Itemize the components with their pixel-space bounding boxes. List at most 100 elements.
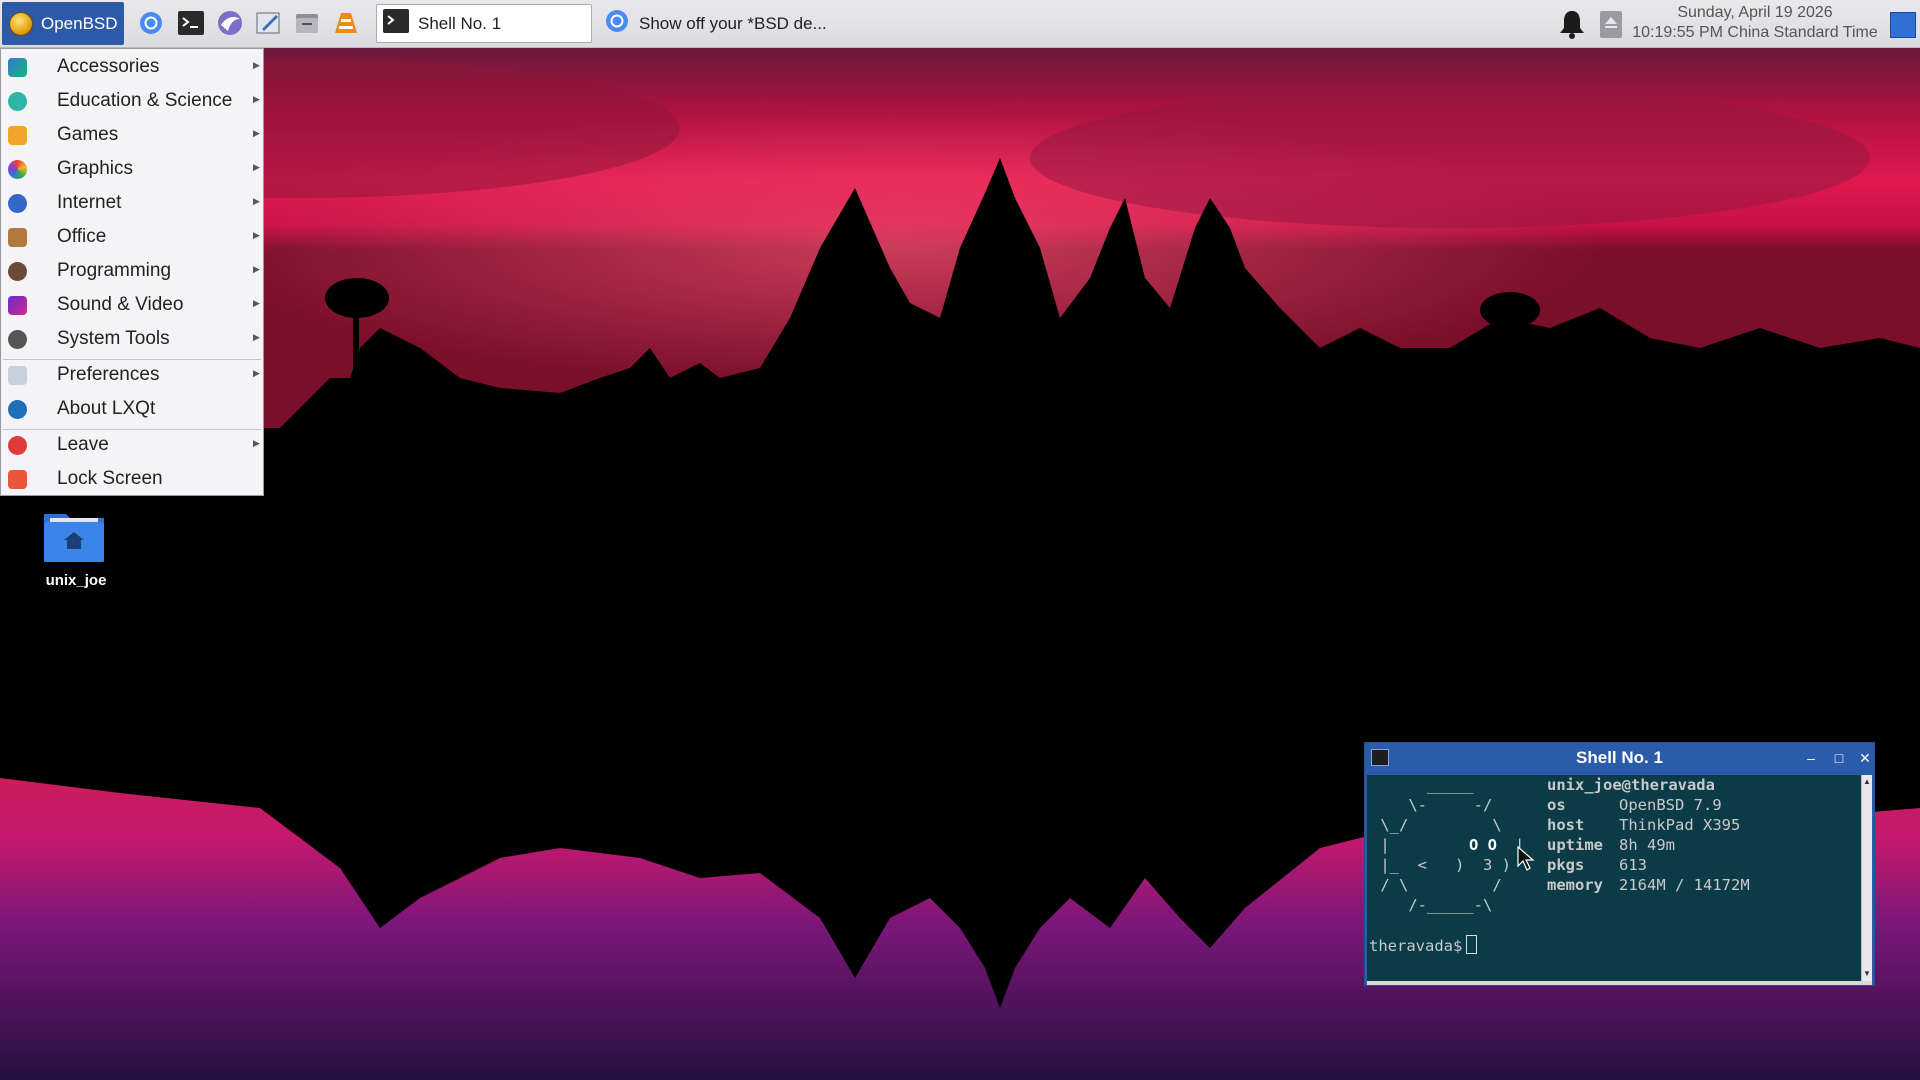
menu-item-label: Lock Screen <box>57 468 163 489</box>
mouse-pointer-icon <box>1517 846 1535 871</box>
terminal-icon[interactable] <box>176 8 206 38</box>
submenu-arrow-icon: ▶ <box>253 438 260 448</box>
submenu-arrow-icon: ▶ <box>253 264 260 274</box>
ascii-art-line: / \ / <box>1371 876 1502 894</box>
terminal-output[interactable]: _____ \- -/ \_/ \ | O O | |_ < ) 3 ) / \… <box>1367 775 1861 981</box>
maximize-button[interactable]: □ <box>1829 748 1849 768</box>
ascii-art-line: \_/ \ <box>1371 816 1502 834</box>
menu-item-internet[interactable]: Internet ▶ <box>1 186 263 220</box>
task-label: Show off your *BSD de... <box>639 13 827 33</box>
menu-item-games[interactable]: Games ▶ <box>1 118 263 152</box>
ascii-art-eyes: O O <box>1469 836 1497 854</box>
info-row: os OpenBSD 7.9 <box>1547 795 1722 815</box>
home-folder-icon <box>44 514 104 562</box>
show-desktop-button[interactable] <box>1890 12 1916 38</box>
info-key: host <box>1547 816 1585 834</box>
menu-item-label: Internet <box>57 192 122 213</box>
vlc-icon[interactable] <box>331 8 361 38</box>
notification-bell-icon[interactable] <box>1556 8 1588 40</box>
menu-item-label: Programming <box>57 260 172 281</box>
clock-date: Sunday, April 19 2026 <box>1677 4 1833 21</box>
system-tools-icon <box>8 330 27 349</box>
preferences-icon <box>8 366 27 385</box>
info-key: uptime <box>1547 836 1603 854</box>
info-value: 613 <box>1619 856 1647 874</box>
taskbar: OpenBSD Shell No. 1 Show off your *BSD d… <box>0 0 1920 48</box>
openbsd-puffy-icon <box>9 11 33 36</box>
task-shell[interactable]: Shell No. 1 <box>376 4 592 43</box>
chromium-icon[interactable] <box>136 8 166 38</box>
menu-item-sound-video[interactable]: Sound & Video ▶ <box>1 288 263 322</box>
file-manager-icon[interactable] <box>292 8 322 38</box>
user-host: unix_joe@theravada <box>1547 776 1715 794</box>
menu-item-accessories[interactable]: Accessories ▶ <box>1 50 263 84</box>
clock[interactable]: Sunday, April 19 2026 10:19:55 PM China … <box>1630 3 1880 43</box>
info-row: memory 2164M / 14172M <box>1547 875 1750 895</box>
menu-item-office[interactable]: Office ▶ <box>1 220 263 254</box>
scroll-up-icon[interactable]: ▲ <box>1863 777 1871 786</box>
menu-item-lock-screen[interactable]: Lock Screen <box>1 462 263 496</box>
clock-time: 10:19:55 PM China Standard Time <box>1632 24 1878 41</box>
falkon-browser-icon[interactable] <box>215 8 245 38</box>
terminal-scrollbar[interactable]: ▲ ▼ <box>1861 775 1872 981</box>
start-menu-button[interactable]: OpenBSD <box>2 2 124 45</box>
info-value: 8h 49m <box>1619 836 1675 854</box>
menu-item-about-lxqt[interactable]: About LXQt <box>1 392 263 426</box>
start-menu-label: OpenBSD <box>41 13 118 33</box>
ascii-art-line: | <box>1371 836 1465 854</box>
desktop-home-folder[interactable]: unix_joe <box>30 504 122 594</box>
info-key: memory <box>1547 876 1603 894</box>
shell-prompt[interactable]: theravada$ <box>1369 935 1478 956</box>
close-button[interactable]: ✕ <box>1855 748 1875 768</box>
menu-item-label: Accessories <box>57 56 160 77</box>
info-value: 2164M / 14172M <box>1619 876 1750 894</box>
menu-item-leave[interactable]: Leave ▶ <box>1 428 263 462</box>
office-icon <box>8 228 27 247</box>
task-browser[interactable]: Show off your *BSD de... <box>598 4 918 43</box>
menu-item-label: Office <box>57 226 107 247</box>
minimize-button[interactable]: – <box>1801 748 1821 768</box>
desktop-icon-label: unix_joe <box>45 572 107 589</box>
menu-item-label: Sound & Video <box>57 294 184 315</box>
internet-icon <box>8 194 27 213</box>
submenu-arrow-icon: ▶ <box>253 60 260 70</box>
submenu-arrow-icon: ▶ <box>253 332 260 342</box>
menu-item-graphics[interactable]: Graphics ▶ <box>1 152 263 186</box>
menu-item-label: Leave <box>57 434 109 455</box>
info-key: os <box>1547 796 1566 814</box>
info-value: ThinkPad X395 <box>1619 816 1741 834</box>
accessories-icon <box>8 58 27 77</box>
menu-item-education[interactable]: Education & Science ▶ <box>1 84 263 118</box>
submenu-arrow-icon: ▶ <box>253 230 260 240</box>
menu-item-preferences[interactable]: Preferences ▶ <box>1 358 263 392</box>
menu-item-label: Preferences <box>57 364 160 385</box>
task-label: Shell No. 1 <box>418 13 502 33</box>
window-title: Shell No. 1 <box>1576 748 1663 767</box>
menu-item-system-tools[interactable]: System Tools ▶ <box>1 322 263 356</box>
terminal-bottom-border <box>1367 981 1872 985</box>
info-key: pkgs <box>1547 856 1585 874</box>
graphics-icon <box>8 160 27 179</box>
menu-item-programming[interactable]: Programming ▶ <box>1 254 263 288</box>
lock-icon <box>8 470 27 489</box>
sound-video-icon <box>8 296 27 315</box>
submenu-arrow-icon: ▶ <box>253 128 260 138</box>
info-row: uptime 8h 49m <box>1547 835 1675 855</box>
lxqt-icon <box>8 400 27 419</box>
menu-item-label: About LXQt <box>57 398 156 419</box>
application-menu: Accessories ▶ Education & Science ▶ Game… <box>0 48 264 496</box>
menu-item-label: Education & Science <box>57 90 233 111</box>
removable-media-icon[interactable] <box>1600 11 1622 38</box>
window-titlebar[interactable]: Shell No. 1 – □ ✕ <box>1365 743 1874 773</box>
info-row: pkgs 613 <box>1547 855 1647 875</box>
terminal-window[interactable]: Shell No. 1 – □ ✕ _____ \- -/ \_/ \ | O … <box>1364 742 1875 986</box>
terminal-icon <box>383 9 409 38</box>
scroll-down-icon[interactable]: ▼ <box>1863 969 1871 978</box>
menu-item-label: Games <box>57 124 119 145</box>
text-editor-icon[interactable] <box>253 8 283 38</box>
ascii-art-line: /-_____-\ <box>1371 896 1493 914</box>
education-icon <box>8 92 27 111</box>
games-icon <box>8 126 27 145</box>
info-row: host ThinkPad X395 <box>1547 815 1740 835</box>
menu-item-label: System Tools <box>57 328 170 349</box>
